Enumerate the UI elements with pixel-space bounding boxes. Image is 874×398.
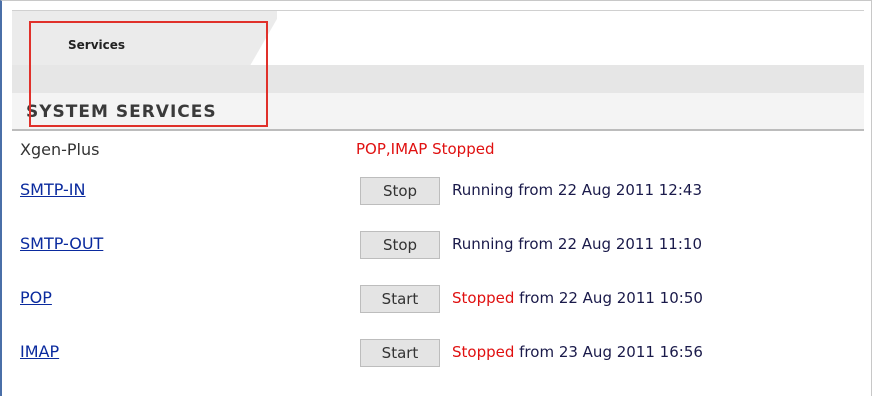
service-status-smtp-out: Running from 22 Aug 2011 11:10 xyxy=(452,235,702,253)
highlight-box xyxy=(29,21,268,127)
service-row-smtp-in: SMTP-IN Stop Running from 22 Aug 2011 12… xyxy=(20,177,850,207)
status-text: Running from 22 Aug 2011 12:43 xyxy=(452,181,702,199)
service-link-smtp-in[interactable]: SMTP-IN xyxy=(20,180,86,199)
stop-button-smtp-out[interactable]: Stop xyxy=(360,231,440,259)
services-panel: Services SYSTEM SERVICES Xgen-Plus POP,I… xyxy=(0,0,872,396)
stop-button-smtp-in[interactable]: Stop xyxy=(360,177,440,205)
status-text: from 23 Aug 2011 16:56 xyxy=(514,343,703,361)
status-state: Stopped xyxy=(452,289,515,307)
service-link-smtp-out[interactable]: SMTP-OUT xyxy=(20,234,103,253)
service-status-smtp-in: Running from 22 Aug 2011 12:43 xyxy=(452,181,702,199)
service-row-imap: IMAP Start Stopped from 23 Aug 2011 16:5… xyxy=(20,339,850,369)
xgen-name: Xgen-Plus xyxy=(20,140,100,159)
status-text: from 22 Aug 2011 10:50 xyxy=(514,289,703,307)
service-link-pop[interactable]: POP xyxy=(20,288,52,307)
service-status-imap: Stopped from 23 Aug 2011 16:56 xyxy=(452,343,703,361)
service-status-pop: Stopped from 22 Aug 2011 10:50 xyxy=(452,289,703,307)
service-link-imap[interactable]: IMAP xyxy=(20,342,59,361)
service-row-pop: POP Start Stopped from 22 Aug 2011 10:50 xyxy=(20,285,850,315)
status-text: Running from 22 Aug 2011 11:10 xyxy=(452,235,702,253)
start-button-pop[interactable]: Start xyxy=(360,285,440,313)
start-button-imap[interactable]: Start xyxy=(360,339,440,367)
xgen-status: POP,IMAP Stopped xyxy=(356,140,495,158)
service-row-smtp-out: SMTP-OUT Stop Running from 22 Aug 2011 1… xyxy=(20,231,850,261)
status-state: Stopped xyxy=(452,343,515,361)
xgen-row: Xgen-Plus POP,IMAP Stopped xyxy=(20,137,850,167)
